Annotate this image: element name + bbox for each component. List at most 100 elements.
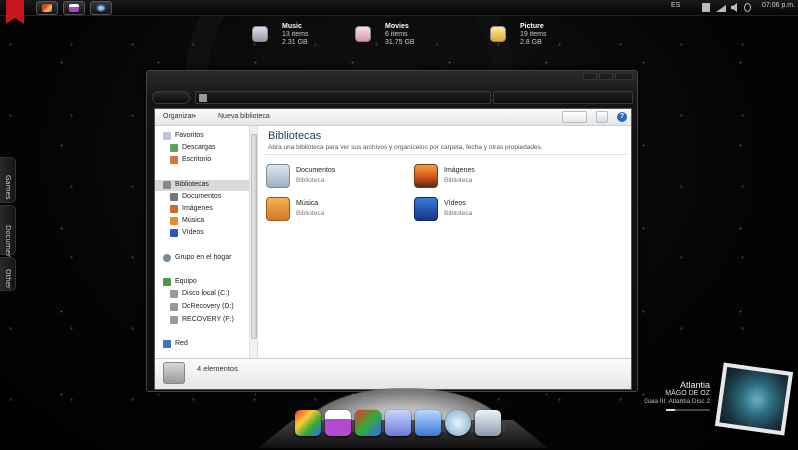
organize-button[interactable]: Organizar <box>163 113 194 120</box>
nav-network[interactable]: Red <box>155 339 249 350</box>
nav-libraries[interactable]: Bibliotecas <box>155 180 249 191</box>
libraries-icon <box>163 362 185 384</box>
nav-drive-d[interactable]: DcRecovery (D:) <box>155 302 249 313</box>
videos-library-icon <box>414 197 438 221</box>
track-progress-fill <box>666 409 675 411</box>
track-album: Gaia III: Atlantia Disc 2 <box>644 398 710 405</box>
dock-music-icon[interactable] <box>415 410 441 436</box>
address-bar[interactable] <box>195 91 491 104</box>
music-library-icon <box>266 197 290 221</box>
side-tab-games[interactable]: Games <box>0 157 16 203</box>
dock-settings-icon[interactable] <box>445 410 471 436</box>
nav-favorites[interactable]: Favoritos <box>155 131 249 142</box>
item-count: 4 elementos <box>197 364 238 373</box>
nav-drive-f-label: RECOVERY (F:) <box>182 316 234 323</box>
drive-icon <box>170 316 178 324</box>
stat-movies-name: Movies <box>385 23 409 30</box>
library-type: Biblioteca <box>296 177 325 184</box>
library-pictures[interactable]: Imágenes Biblioteca <box>414 164 554 190</box>
documents-icon <box>170 193 178 201</box>
dock-chrome-icon[interactable] <box>295 410 321 436</box>
nav-computer[interactable]: Equipo <box>155 277 249 288</box>
nav-drive-c[interactable]: Disco local (C:) <box>155 289 249 300</box>
computer-icon <box>163 278 171 286</box>
dock-itunes-icon[interactable] <box>385 410 411 436</box>
library-videos[interactable]: Vídeos Biblioteca <box>414 197 554 223</box>
side-tab-other[interactable]: Other <box>0 257 16 291</box>
videos-icon <box>170 229 178 237</box>
library-documents[interactable]: Documentos Biblioteca <box>266 164 406 190</box>
pictures-library-icon <box>414 164 438 188</box>
nav-computer-label: Equipo <box>175 278 197 285</box>
chevron-down-icon: ▾ <box>193 114 197 120</box>
drive-icon <box>170 303 178 311</box>
command-bar: Organizar ▾ Nueva biblioteca ? <box>155 109 631 126</box>
explorer-window: Organizar ▾ Nueva biblioteca ? Favoritos… <box>146 70 638 392</box>
nav-downloads[interactable]: Descargas <box>155 143 249 154</box>
new-library-button[interactable]: Nueva biblioteca <box>218 113 270 120</box>
side-tab-documents[interactable]: Documents <box>0 205 16 265</box>
help-icon[interactable]: ? <box>617 112 627 122</box>
taskbar-button-library[interactable] <box>63 1 85 15</box>
nav-drive-d-label: DcRecovery (D:) <box>182 303 234 310</box>
explorer-body: Organizar ▾ Nueva biblioteca ? Favoritos… <box>154 108 632 390</box>
back-forward-buttons[interactable] <box>152 91 190 104</box>
library-music[interactable]: Música Biblioteca <box>266 197 406 223</box>
nav-music-label: Música <box>182 217 205 224</box>
taskbar-button-media[interactable] <box>36 1 58 15</box>
nav-music[interactable]: Música <box>155 216 249 227</box>
clock-icon <box>744 3 751 12</box>
pictures-library-icon <box>490 26 506 42</box>
language-indicator[interactable]: ES <box>671 2 680 9</box>
nav-downloads-label: Descargas <box>182 144 216 151</box>
details-pane: 4 elementos <box>155 358 631 389</box>
stat-pictures-size: 2.8 GB <box>520 39 542 46</box>
page-subtitle: Abra una biblioteca para ver sus archivo… <box>268 144 543 151</box>
search-input[interactable] <box>493 91 633 104</box>
nav-scrollbar[interactable] <box>249 126 257 358</box>
album-cover[interactable] <box>714 362 794 436</box>
stat-music-size: 2.31 GB <box>282 39 308 46</box>
nav-desktop[interactable]: Escritorio <box>155 155 249 166</box>
nav-drive-f[interactable]: RECOVERY (F:) <box>155 315 249 326</box>
maximize-button[interactable] <box>599 73 613 80</box>
nav-homegroup[interactable]: Grupo en el hogar <box>155 253 249 264</box>
star-icon <box>163 132 171 140</box>
stat-pictures-items: 19 items <box>520 31 547 38</box>
preview-pane-button[interactable] <box>596 111 608 123</box>
battery-icon[interactable] <box>702 3 710 12</box>
navigation-pane: Favoritos Descargas Escritorio Bibliotec… <box>155 126 258 358</box>
desktop-icon <box>170 156 178 164</box>
nav-documents[interactable]: Documentos <box>155 192 249 203</box>
documents-library-icon <box>266 164 290 188</box>
nav-videos-label: Vídeos <box>182 229 204 236</box>
library-name: Documentos <box>296 167 336 174</box>
dock-recycle-bin-icon[interactable] <box>475 410 501 436</box>
nav-scrollbar-thumb[interactable] <box>251 134 257 339</box>
volume-icon[interactable] <box>731 3 737 12</box>
dock-browser-icon[interactable] <box>355 410 381 436</box>
signal-icon[interactable] <box>716 5 726 12</box>
track-artist: MÄGO DE OZ <box>665 390 710 397</box>
page-title: Bibliotecas <box>268 130 322 142</box>
nav-documents-label: Documentos <box>182 193 222 200</box>
content-pane: Bibliotecas Abra una biblioteca para ver… <box>259 126 631 358</box>
nav-pictures[interactable]: Imágenes <box>155 204 249 215</box>
close-button[interactable] <box>615 73 633 80</box>
clock[interactable]: 07:06 p.m. <box>762 2 795 9</box>
nav-videos[interactable]: Vídeos <box>155 228 249 239</box>
music-library-icon <box>252 26 268 42</box>
side-tab-documents-label: Documents <box>4 225 12 265</box>
nav-network-label: Red <box>175 340 188 347</box>
minimize-button[interactable] <box>583 73 597 80</box>
track-progress[interactable] <box>666 409 710 411</box>
now-playing-widget[interactable]: Atlantia MÄGO DE OZ Gaia III: Atlantia D… <box>644 380 710 411</box>
taskbar-button-settings[interactable] <box>90 1 112 15</box>
divider <box>265 154 627 155</box>
top-taskbar: ES 07:06 p.m. <box>0 0 798 24</box>
view-options-button[interactable] <box>562 111 587 123</box>
nav-pictures-label: Imágenes <box>182 205 213 212</box>
side-tab-games-label: Games <box>4 175 12 200</box>
dock-library-icon[interactable] <box>325 410 351 436</box>
library-icon <box>199 94 207 102</box>
